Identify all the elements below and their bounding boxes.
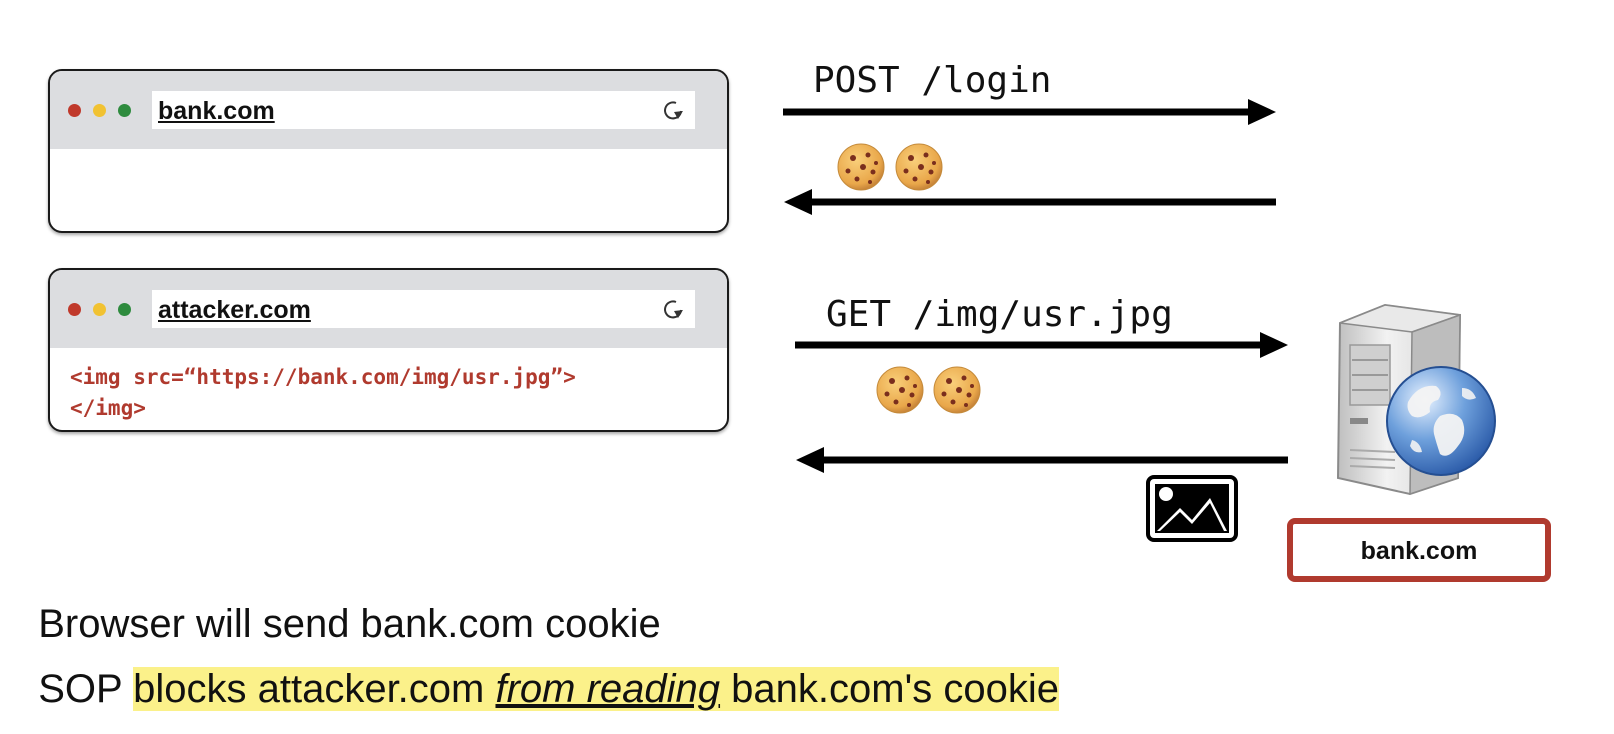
cookie-icon [895,143,943,191]
post-login-label: POST /login [813,60,1052,101]
caption-highlight-b: bank.com's cookie [720,667,1059,711]
get-request-arrow [795,332,1288,358]
login-response-arrow [784,189,1276,215]
caption-prefix: SOP [38,667,134,711]
server-label-box: bank.com [1287,518,1551,582]
image-icon [1146,475,1238,542]
caption-highlight-a: blocks attacker.com [133,667,496,711]
server-name: bank.com [1360,537,1478,565]
post-request-arrow [783,99,1276,125]
caption-line-2: SOP blocks attacker.com from reading ban… [16,622,1059,712]
cookie-icon [837,143,885,191]
caption-highlight: blocks attacker.com from reading bank.co… [133,667,1059,711]
image-response-arrow [796,447,1288,473]
cookie-icon [876,366,924,414]
get-image-label: GET /img/usr.jpg [826,294,1173,335]
globe-icon [1386,366,1496,476]
cookie-icon [933,366,981,414]
caption-emphasis: from reading [495,667,721,711]
